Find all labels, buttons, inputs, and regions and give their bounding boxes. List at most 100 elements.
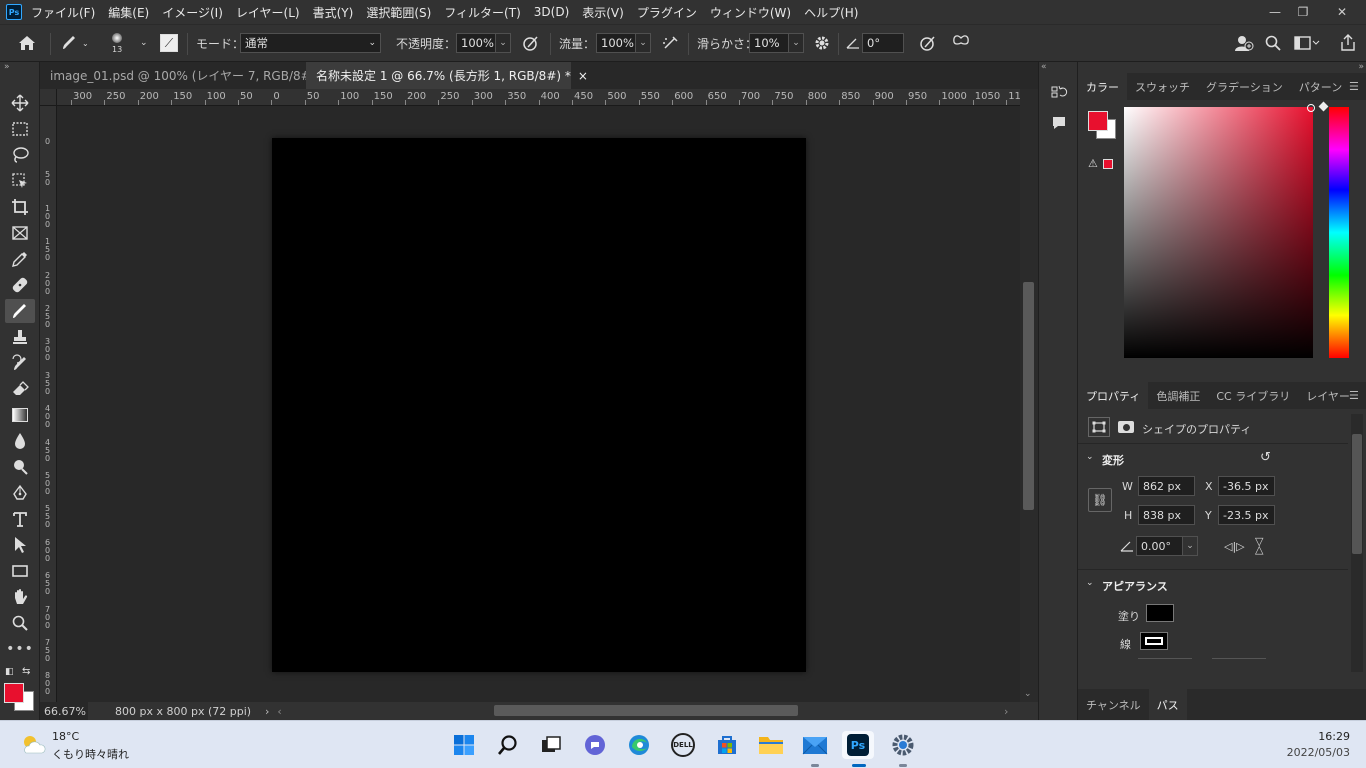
menu-select[interactable]: 選択範囲(S) — [366, 4, 431, 21]
search-icon[interactable] — [494, 731, 522, 759]
foreground-color-swatch[interactable] — [4, 683, 24, 703]
gear-icon[interactable] — [813, 25, 831, 61]
tab-cc-libraries[interactable]: CC ライブラリ — [1208, 382, 1298, 409]
path-selection-tool-icon[interactable] — [5, 533, 35, 557]
hue-slider[interactable] — [1329, 107, 1349, 358]
chevron-left-icon[interactable]: ‹ — [277, 705, 281, 718]
menu-file[interactable]: ファイル(F) — [31, 4, 95, 21]
flip-horizontal-icon[interactable]: ◁|▷ — [1224, 540, 1245, 553]
hand-tool-icon[interactable] — [5, 585, 35, 609]
chevron-down-icon[interactable]: ⌄ — [140, 25, 148, 61]
menu-image[interactable]: イメージ(I) — [162, 4, 223, 21]
smoothing-input[interactable]: 10% — [749, 33, 789, 53]
tab-patterns[interactable]: パターン — [1291, 73, 1350, 100]
menu-3d[interactable]: 3D(D) — [534, 5, 569, 19]
height-input[interactable]: 838 px — [1138, 505, 1195, 525]
opacity-control[interactable]: 100% ⌄ — [456, 25, 511, 61]
collapse-arrows-icon[interactable]: « — [1041, 62, 1047, 72]
weather-icon[interactable] — [20, 733, 46, 758]
panel-menu-icon[interactable]: ☰ — [1349, 81, 1360, 92]
close-window-button[interactable]: ✕ — [1322, 0, 1362, 24]
stroke-width-field[interactable] — [1138, 658, 1192, 662]
properties-scrollbar[interactable] — [1351, 414, 1363, 672]
dodge-tool-icon[interactable] — [5, 455, 35, 479]
stroke-color-swatch[interactable] — [1140, 632, 1168, 650]
home-icon[interactable] — [18, 25, 36, 61]
workspace-icon[interactable] — [1294, 25, 1320, 61]
history-panel-icon[interactable] — [1050, 85, 1068, 106]
tab-properties[interactable]: プロパティ — [1078, 382, 1149, 409]
marquee-tool-icon[interactable] — [5, 117, 35, 141]
photoshop-taskbar-icon[interactable]: Ps — [842, 731, 874, 767]
scrollbar-thumb[interactable] — [1023, 282, 1034, 510]
brush-angle-input[interactable]: 0° — [862, 33, 904, 53]
brush-settings-panel-icon[interactable]: ⟋ — [160, 25, 178, 61]
clock-date[interactable]: 2022/05/03 — [1287, 746, 1350, 759]
x-input[interactable]: -36.5 px — [1218, 476, 1275, 496]
flip-vertical-icon[interactable]: ▽ △ — [1255, 536, 1263, 555]
history-brush-tool-icon[interactable] — [5, 351, 35, 375]
chevron-right-icon[interactable]: › — [1004, 705, 1008, 718]
brush-angle-control[interactable]: 0° — [862, 25, 904, 61]
chevron-down-icon[interactable]: ⌄ — [636, 33, 651, 53]
object-selection-tool-icon[interactable] — [5, 169, 35, 193]
color-picker-field[interactable] — [1124, 104, 1315, 358]
vertical-scrollbar[interactable]: ⌄ — [1020, 89, 1038, 702]
frame-tool-icon[interactable] — [5, 221, 35, 245]
close-icon[interactable]: × — [578, 69, 588, 83]
microsoft-store-icon[interactable] — [713, 731, 741, 759]
edge-browser-icon[interactable] — [625, 731, 653, 759]
type-tool-icon[interactable] — [5, 507, 35, 531]
shape-properties-icon[interactable] — [1088, 417, 1110, 437]
file-explorer-icon[interactable] — [757, 731, 785, 759]
brush-size-picker[interactable]: 13 — [112, 25, 122, 61]
clock-time[interactable]: 16:29 — [1318, 730, 1350, 743]
swap-colors-icon[interactable]: ⇆ — [22, 666, 30, 677]
y-input[interactable]: -23.5 px — [1218, 505, 1275, 525]
chevron-down-icon[interactable]: ⌄ — [1086, 578, 1094, 588]
chevron-down-icon[interactable]: ⌄ — [1183, 536, 1198, 556]
mask-icon[interactable] — [1116, 417, 1136, 437]
blur-tool-icon[interactable] — [5, 429, 35, 453]
flow-control[interactable]: 100% ⌄ — [596, 25, 651, 61]
smoothing-control[interactable]: 10% ⌄ — [749, 25, 804, 61]
pen-tool-icon[interactable] — [5, 481, 35, 505]
move-tool-icon[interactable] — [5, 91, 35, 115]
scrollbar-thumb[interactable] — [1352, 434, 1362, 554]
menu-type[interactable]: 書式(Y) — [313, 4, 354, 21]
tab-gradients[interactable]: グラデーション — [1198, 73, 1291, 100]
foreground-color-swatch[interactable] — [1088, 111, 1108, 131]
brush-tool-preset-icon[interactable]: ⌄ — [60, 25, 89, 61]
tab-adjustments[interactable]: 色調補正 — [1148, 382, 1208, 409]
menu-view[interactable]: 表示(V) — [582, 4, 624, 21]
tab-swatches[interactable]: スウォッチ — [1127, 73, 1198, 100]
pressure-size-icon[interactable] — [918, 25, 938, 61]
gamut-color-swatch[interactable] — [1103, 159, 1113, 169]
symmetry-butterfly-icon[interactable] — [951, 25, 971, 61]
menu-edit[interactable]: 編集(E) — [108, 4, 149, 21]
tab-image01[interactable]: image_01.psd @ 100% (レイヤー 7, RGB/8#) * × — [40, 62, 342, 89]
export-share-icon[interactable] — [1340, 25, 1356, 61]
dell-app-icon[interactable]: DELL — [669, 731, 697, 759]
collapse-arrows-icon[interactable]: » — [4, 62, 10, 72]
panel-menu-icon[interactable]: ☰ — [1349, 390, 1360, 401]
eyedropper-tool-icon[interactable] — [5, 247, 35, 271]
zoom-level[interactable]: 66.67% — [40, 702, 88, 720]
task-view-icon[interactable] — [537, 731, 565, 759]
rotation-input[interactable]: 0.00° — [1136, 536, 1183, 556]
crop-tool-icon[interactable] — [5, 195, 35, 219]
clone-stamp-tool-icon[interactable] — [5, 325, 35, 349]
chevron-down-icon[interactable]: ⌄ — [1086, 452, 1094, 462]
airbrush-icon[interactable] — [661, 25, 681, 61]
lasso-tool-icon[interactable] — [5, 143, 35, 167]
canvas-area[interactable] — [57, 106, 1020, 702]
weather-description[interactable]: くもり時々晴れ — [52, 746, 129, 762]
flow-input[interactable]: 100% — [596, 33, 636, 53]
tab-color[interactable]: カラー — [1078, 73, 1127, 100]
weather-temp[interactable]: 18°C — [52, 730, 79, 743]
tab-paths[interactable]: パス — [1148, 689, 1187, 720]
horizontal-scrollbar-thumb[interactable] — [494, 705, 798, 716]
opacity-input[interactable]: 100% — [456, 33, 496, 53]
chevron-down-icon[interactable]: ⌄ — [496, 33, 511, 53]
share-user-icon[interactable] — [1234, 25, 1254, 61]
